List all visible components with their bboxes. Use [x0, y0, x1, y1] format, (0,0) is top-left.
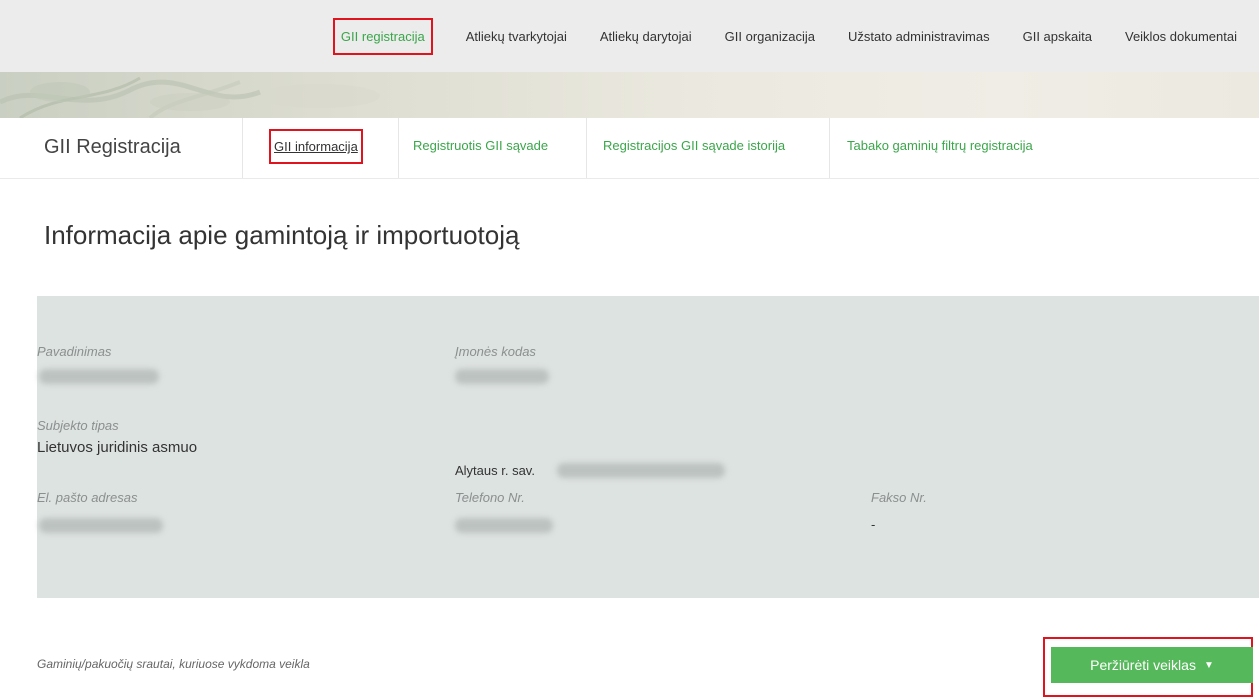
- view-activities-label: Peržiūrėti veiklas: [1090, 657, 1196, 673]
- company-code-label: Įmonės kodas: [455, 344, 536, 359]
- fax-value: -: [871, 517, 876, 532]
- company-details-panel: Pavadinimas Įmonės kodas Subjekto tipas …: [37, 296, 1259, 598]
- decorative-banner: [0, 72, 1259, 118]
- tab-gii-informacija[interactable]: GII informacija: [269, 129, 363, 164]
- divider: [829, 118, 830, 178]
- address-value-redacted: [557, 463, 725, 478]
- leaf-pattern-image: [0, 76, 380, 118]
- top-nav: GII registracija Atliekų tvarkytojai Atl…: [0, 0, 1259, 72]
- caret-down-icon: ▼: [1203, 659, 1214, 671]
- top-header: GII registracija Atliekų tvarkytojai Atl…: [0, 0, 1259, 72]
- nav-gii-organizacija[interactable]: GII organizacija: [725, 29, 815, 44]
- nav-atlieku-darytojai[interactable]: Atliekų darytojai: [600, 29, 692, 44]
- page-title: Informacija apie gamintoją ir importuoto…: [44, 220, 520, 250]
- divider: [398, 118, 399, 178]
- phone-value-redacted: [455, 518, 553, 533]
- tab-registracijos-istorija[interactable]: Registracijos GII sąvade istorija: [603, 138, 785, 153]
- nav-veiklos-dokumentai[interactable]: Veiklos dokumentai: [1125, 29, 1237, 44]
- sub-nav: GII Registracija GII informacija Registr…: [0, 118, 1259, 179]
- tab-registruotis[interactable]: Registruotis GII sąvade: [413, 138, 548, 153]
- section-title: GII Registracija: [44, 136, 181, 158]
- nav-gii-apskaita[interactable]: GII apskaita: [1023, 29, 1092, 44]
- view-activities-button[interactable]: Peržiūrėti veiklas ▼: [1051, 647, 1253, 683]
- name-value-redacted: [39, 369, 159, 384]
- nav-gii-registracija[interactable]: GII registracija: [332, 17, 433, 55]
- company-code-value-redacted: [455, 369, 549, 384]
- email-label: El. pašto adresas: [37, 490, 138, 505]
- email-value-redacted: [39, 518, 163, 533]
- nav-uzstato-administravimas[interactable]: Užstato administravimas: [848, 29, 990, 44]
- divider: [242, 118, 243, 178]
- divider: [586, 118, 587, 178]
- address-municipality: Alytaus r. sav.: [455, 463, 535, 478]
- nav-atlieku-tvarkytojai[interactable]: Atliekų tvarkytojai: [466, 29, 567, 44]
- name-label: Pavadinimas: [37, 344, 112, 359]
- subject-type-value: Lietuvos juridinis asmuo: [37, 439, 198, 456]
- subject-type-label: Subjekto tipas: [37, 418, 119, 433]
- tab-tabako-filtru-registracija[interactable]: Tabako gaminių filtrų registracija: [847, 138, 1033, 153]
- fax-label: Fakso Nr.: [871, 490, 927, 505]
- phone-label: Telefono Nr.: [455, 490, 525, 505]
- flows-note: Gaminių/pakuočių srautai, kuriuose vykdo…: [37, 657, 310, 671]
